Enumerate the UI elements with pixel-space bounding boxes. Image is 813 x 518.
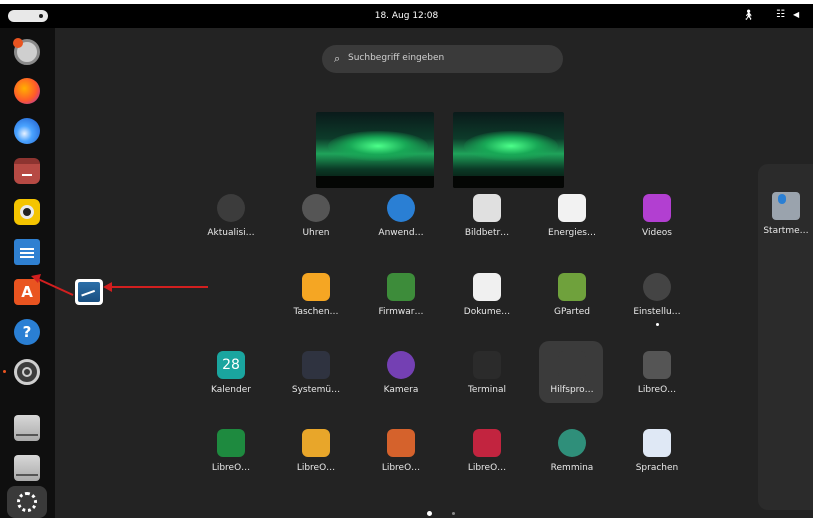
arrow-head xyxy=(103,282,112,292)
desktop-screen: 18. Aug 12:08 🚶︎ ☷ ◀︎ A ? ⌕ Suchbegriff … xyxy=(0,4,813,518)
arrow-head xyxy=(31,274,41,283)
arrow-to-dock xyxy=(37,278,74,296)
annotation-arrows xyxy=(31,274,208,296)
